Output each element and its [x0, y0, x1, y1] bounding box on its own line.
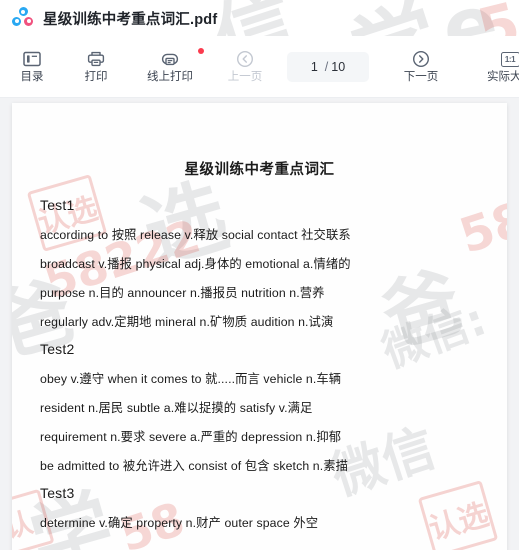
- pdf-sections: Test1 according to 按照 release v.释放 social…: [40, 197, 479, 538]
- toolbar-label-prev-page: 上一页: [227, 71, 263, 84]
- toolbar-button-online-print[interactable]: 线上打印: [128, 48, 212, 84]
- pdf-page: 选爸 58222 爸 58 微信: 学微信 58 认选 认选认 星级训练中考重点词汇 Test1…: [12, 103, 507, 550]
- page-current-input[interactable]: 1: [311, 60, 318, 74]
- pdf-vocab-line: be admitted to 被允许进入 consist of 包含 sketc…: [40, 459, 349, 473]
- toolbar-label-actual-size: 实际大小: [487, 71, 519, 84]
- one-to-one-icon: 1:1: [500, 49, 519, 69]
- pdf-vocab-line: resident n.居民 subtle a.难以捉摸的 satisfy v.满…: [40, 401, 313, 415]
- document-title: 星级训练中考重点词汇.pdf: [43, 11, 218, 28]
- pdf-page-content: 星级训练中考重点词汇 Test1 according to 按照 release …: [12, 103, 507, 538]
- chevron-right-circle-icon: [411, 49, 431, 69]
- printer-icon: [86, 49, 106, 69]
- pdf-vocab-line: purpose n.目的 announcer n.播报员 nutrition n…: [40, 286, 325, 300]
- toolbar-button-print[interactable]: 打印: [64, 49, 128, 84]
- pdf-section-title: Test2: [40, 341, 75, 357]
- toolbar-button-actual-size[interactable]: 1:1 实际大小: [471, 49, 519, 84]
- pdf-vocab-line: regularly adv.定期地 mineral n.矿物质 audition…: [40, 315, 334, 329]
- toolbar-button-catalog[interactable]: 目录: [0, 49, 64, 84]
- one-to-one-label: 1:1: [500, 51, 519, 67]
- toolbar-button-prev-page[interactable]: 上一页: [212, 49, 278, 84]
- pdf-vocab-line: determine v.确定 property n.财产 outer space…: [40, 516, 319, 530]
- document-viewer[interactable]: 选爸 58222 爸 58 微信: 学微信 58 认选 认选认 星级训练中考重点词汇 Test1…: [0, 98, 519, 550]
- pdf-vocab-line: broadcast v.播报 physical adj.身体的 emotiona…: [40, 257, 351, 271]
- toolbar-label-online-print: 线上打印: [147, 71, 193, 84]
- toolbar-label-next-page: 下一页: [403, 71, 439, 84]
- pdf-vocab-line: according to 按照 release v.释放 social cont…: [40, 228, 351, 242]
- online-print-badge-dot: [198, 48, 204, 55]
- title-bar: 星级训练中考重点词汇.pdf: [0, 0, 519, 36]
- pdf-vocab-line: requirement n.要求 severe a.严重的 depression…: [40, 430, 342, 444]
- catalog-icon: [22, 49, 42, 69]
- chevron-left-circle-icon: [235, 49, 255, 69]
- page-total: 10: [331, 59, 346, 74]
- toolbar-label-print: 打印: [84, 71, 108, 84]
- pdf-section-title: Test1: [40, 197, 75, 213]
- toolbar: 目录 打印 线上打印 上一页 1 / 10 下一页 1:1 实际: [0, 36, 519, 98]
- pdf-section-title: Test3: [40, 485, 75, 501]
- pdf-heading: 星级训练中考重点词汇: [184, 162, 335, 178]
- toolbar-button-next-page[interactable]: 下一页: [383, 49, 459, 84]
- online-printer-icon: [160, 49, 180, 69]
- page-indicator[interactable]: 1 / 10: [287, 51, 369, 82]
- page-separator: /: [324, 59, 329, 74]
- pdf-viewer-app: 星级训练中考重点词汇.pdf 目录 打印 线上打印 上一页 1 / 10 下一页…: [0, 0, 519, 550]
- pdf-vocab-line: obey v.遵守 when it comes to 就.....而言 vehi…: [40, 372, 342, 386]
- three-circles-logo-icon: [12, 7, 34, 29]
- toolbar-label-catalog: 目录: [20, 71, 44, 84]
